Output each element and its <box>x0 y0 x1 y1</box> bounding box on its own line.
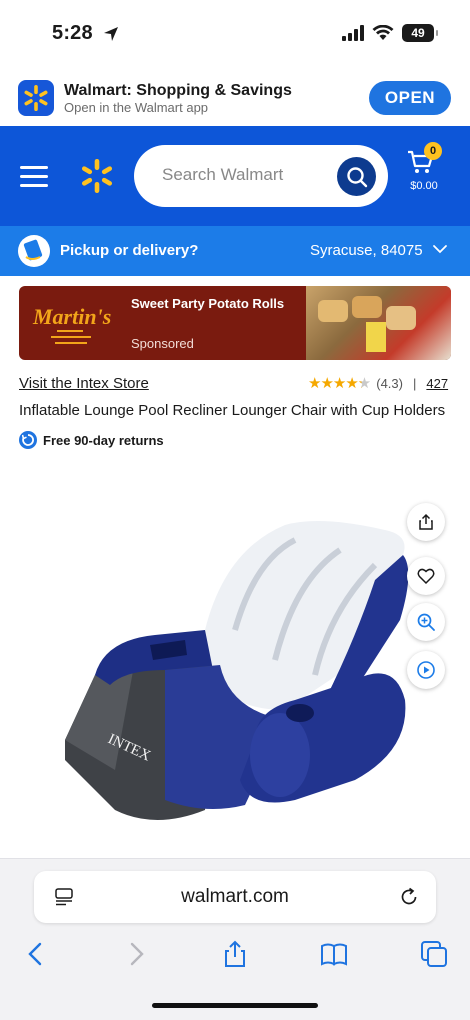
open-app-button[interactable]: OPEN <box>369 81 451 115</box>
share-sheet-icon[interactable] <box>220 939 250 969</box>
sponsored-ad-banner[interactable]: Martin's Sweet Party Potato Rolls Sponso… <box>19 286 451 360</box>
menu-icon[interactable] <box>20 166 48 188</box>
walmart-spark-logo[interactable] <box>78 157 116 195</box>
logo-text: Martin's <box>32 304 111 329</box>
tabs-icon[interactable] <box>419 939 449 969</box>
search-input[interactable]: Search Walmart <box>134 145 388 207</box>
free-returns: Free 90-day returns <box>19 431 164 449</box>
cellular-signal-icon <box>342 25 364 41</box>
address-bar[interactable]: walmart.com <box>34 871 436 923</box>
heart-icon <box>417 568 435 585</box>
bookmarks-icon[interactable] <box>319 939 349 969</box>
search-button[interactable] <box>337 157 376 196</box>
video-button[interactable] <box>407 651 445 689</box>
walmart-app-icon <box>18 80 54 116</box>
battery-icon: 49 <box>402 24 438 42</box>
zoom-in-icon <box>417 613 435 631</box>
star-rating-icon: ★★★★★ <box>308 375 371 392</box>
status-time: 5:28 <box>52 22 93 44</box>
rating-value: (4.3) <box>376 375 403 391</box>
search-icon <box>346 166 367 187</box>
store-link[interactable]: Visit the Intex Store <box>19 375 149 392</box>
status-indicators: 49 <box>342 24 438 42</box>
product-rating[interactable]: ★★★★★ (4.3) | 427 <box>308 374 448 392</box>
review-count-link[interactable]: 427 <box>426 376 448 391</box>
search-placeholder: Search Walmart <box>162 165 284 184</box>
rating-separator: | <box>412 375 417 391</box>
back-icon[interactable] <box>20 939 50 969</box>
store-location: Syracuse, 84075 <box>310 242 423 259</box>
browser-toolbar: walmart.com <box>0 858 470 1020</box>
ad-product-photo <box>306 286 451 360</box>
chevron-down-icon <box>433 245 447 254</box>
wifi-icon <box>372 25 394 40</box>
app-banner-subtitle: Open in the Walmart app <box>64 100 209 115</box>
reload-icon[interactable] <box>398 886 420 908</box>
sponsored-label: Sponsored <box>131 336 194 351</box>
favorite-button[interactable] <box>407 557 445 595</box>
play-icon <box>417 661 435 679</box>
pickup-delivery-bar[interactable]: Pickup or delivery? Syracuse, 84075 <box>0 226 470 276</box>
cart-total: $0.00 <box>410 180 438 192</box>
share-icon <box>419 513 433 530</box>
product-title: Inflatable Lounge Pool Recliner Lounger … <box>19 402 446 419</box>
returns-label: Free 90-day returns <box>43 432 164 448</box>
smart-app-banner: Walmart: Shopping & Savings Open in the … <box>0 70 470 126</box>
location-arrow-icon <box>104 27 118 41</box>
home-indicator[interactable] <box>152 1003 318 1008</box>
cart-button[interactable]: 0 $0.00 <box>404 142 444 206</box>
site-header: Search Walmart 0 $0.00 <box>0 126 470 226</box>
pickup-delivery-icon <box>18 235 50 267</box>
share-button[interactable] <box>407 503 445 541</box>
zoom-button[interactable] <box>407 603 445 641</box>
url-text: walmart.com <box>181 886 289 907</box>
ad-title: Sweet Party Potato Rolls <box>131 296 285 311</box>
app-banner-title: Walmart: Shopping & Savings <box>64 82 292 99</box>
product-image[interactable]: INTEX <box>55 510 415 830</box>
pickup-delivery-label: Pickup or delivery? <box>60 242 199 259</box>
martins-logo: Martin's <box>32 304 111 344</box>
battery-level: 49 <box>411 26 425 40</box>
cart-count-badge: 0 <box>424 142 442 160</box>
returns-icon <box>19 431 37 449</box>
forward-icon[interactable] <box>122 939 152 969</box>
